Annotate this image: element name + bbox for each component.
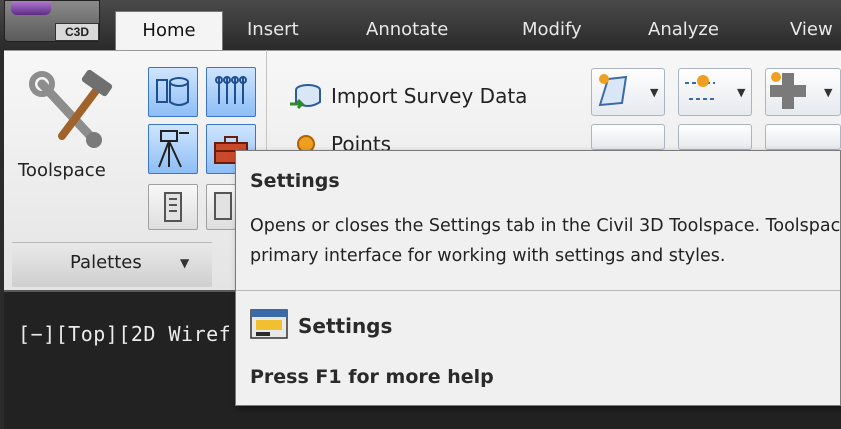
points-button[interactable]: Points	[331, 132, 391, 150]
intersections-dropdown-icon[interactable]: ▼	[824, 86, 832, 99]
import-survey-icon	[290, 84, 321, 110]
alignment-button[interactable]: ▼	[678, 68, 752, 116]
properties-icon	[214, 192, 232, 220]
settings-wrench-icon	[215, 76, 247, 104]
intersections-button[interactable]: ▼	[765, 68, 841, 116]
tab-insert[interactable]: Insert	[247, 11, 299, 50]
app-button-label: C3D	[55, 23, 99, 41]
import-survey-data-button[interactable]: Import Survey Data	[331, 84, 527, 108]
tab-modify[interactable]: Modify	[522, 11, 582, 50]
panorama-button[interactable]	[148, 184, 198, 230]
feature-line-button[interactable]	[591, 124, 665, 150]
tooltip-description-line1: Opens or closes the Settings tab in the …	[250, 216, 841, 236]
application-menu-button[interactable]: C3D	[4, 0, 100, 42]
palettes-expand-chevron-icon[interactable]: ▼	[180, 256, 189, 270]
profile-button[interactable]	[678, 124, 752, 150]
tab-home[interactable]: Home	[115, 11, 223, 50]
alignment-icon	[685, 75, 715, 100]
civil3d-logo-icon	[11, 1, 51, 15]
tooltip-divider	[236, 290, 840, 291]
surfaces-dropdown-icon[interactable]: ▼	[650, 86, 658, 99]
prospector-icon	[156, 77, 189, 106]
corridor-button[interactable]	[765, 124, 841, 150]
settings-tile-button[interactable]	[206, 67, 256, 117]
tooltip-description: Opens or closes the Settings tab in the …	[250, 216, 841, 276]
tab-analyze[interactable]: Analyze	[648, 11, 738, 50]
viewport-controls-label[interactable]: [−][Top][2D Wireframe]	[18, 322, 232, 346]
points-icon	[297, 135, 315, 150]
tooltip-title: Settings	[250, 170, 340, 192]
surface-icon	[598, 74, 628, 107]
points-button-icon-wrap[interactable]	[288, 130, 324, 150]
import-survey-button-icon-wrap[interactable]	[288, 80, 324, 116]
settings-command-icon	[250, 308, 290, 340]
properties-button[interactable]	[206, 184, 236, 230]
panorama-icon	[164, 192, 182, 222]
tooltip-description-line2: primary interface for working with setti…	[250, 246, 726, 266]
tooltip-command-name: Settings	[298, 314, 393, 338]
tooltip-help-text: Press F1 for more help	[250, 366, 494, 388]
survey-button[interactable]	[148, 124, 198, 174]
tab-view[interactable]: View	[790, 11, 841, 50]
intersection-icon	[770, 72, 806, 109]
toolspace-tools-icon	[29, 69, 113, 148]
surfaces-button[interactable]: ▼	[591, 68, 665, 116]
alignment-dropdown-icon[interactable]: ▼	[737, 86, 745, 99]
tab-annotate[interactable]: Annotate	[366, 11, 448, 50]
toolspace-button[interactable]	[28, 69, 116, 152]
prospector-button[interactable]	[148, 67, 198, 117]
survey-icon	[158, 130, 189, 168]
toolspace-label: Toolspace	[18, 160, 106, 181]
palettes-panel-label[interactable]: Palettes	[70, 252, 142, 273]
